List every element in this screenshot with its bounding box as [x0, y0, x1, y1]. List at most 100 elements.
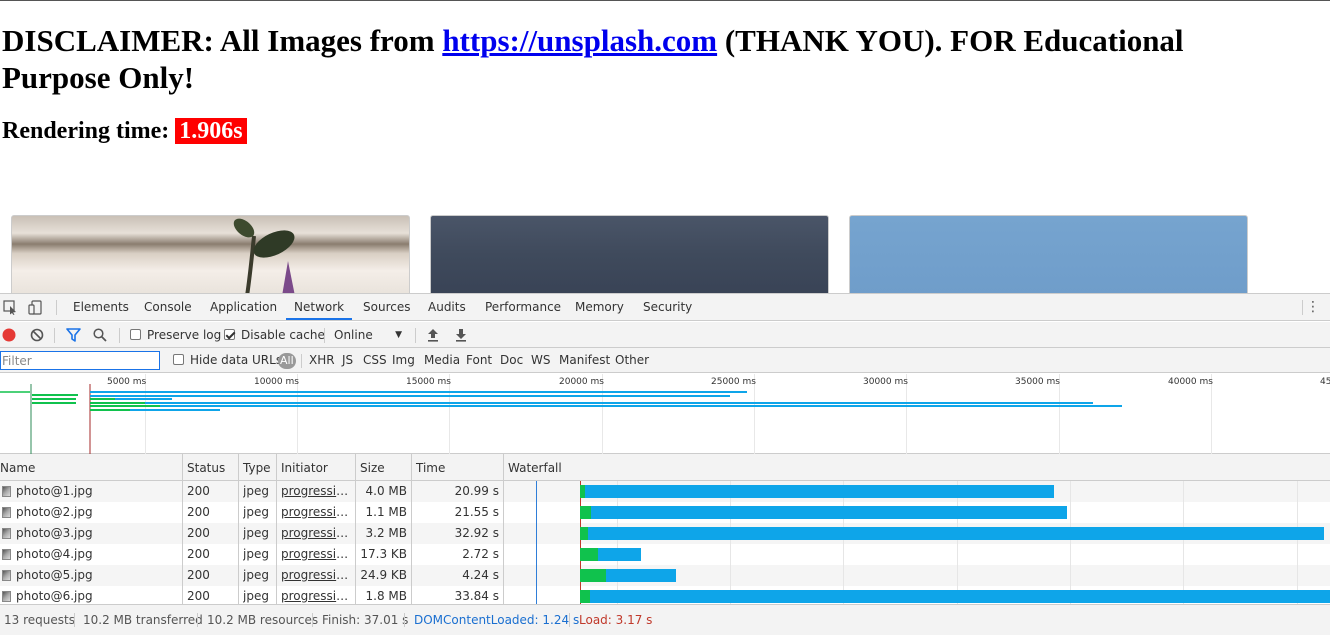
filter-type-ws[interactable]: WS	[531, 348, 550, 373]
filter-type-all[interactable]: All	[278, 353, 296, 369]
waterfall-waiting-bar[interactable]	[580, 485, 585, 498]
tab-network[interactable]: Network	[286, 294, 353, 320]
device-toolbar-icon[interactable]	[28, 300, 43, 315]
summary-domcontentloaded: DOMContentLoaded: 1.24 s	[414, 613, 580, 627]
waterfall-gridline	[1297, 481, 1298, 604]
tab-memory[interactable]: Memory	[575, 294, 624, 320]
column-separator[interactable]	[182, 454, 183, 604]
request-size: 17.3 KB	[360, 547, 407, 561]
request-status: 200	[187, 484, 210, 498]
request-name[interactable]: photo@3.jpg	[0, 523, 183, 544]
search-icon[interactable]	[93, 328, 107, 342]
filter-type-manifest[interactable]: Manifest	[559, 348, 610, 373]
request-initiator-link[interactable]: progressive...	[281, 502, 353, 523]
request-table: Name Status Type Initiator Size Time Wat…	[0, 454, 1330, 604]
network-toolbar: Preserve log Disable cache Online ▼	[0, 322, 1330, 348]
disable-cache-checkbox[interactable]: Disable cache	[224, 322, 325, 348]
rendering-time-label: Rendering time:	[2, 118, 176, 144]
tab-sources[interactable]: Sources	[363, 294, 410, 320]
inspect-element-icon[interactable]	[3, 300, 18, 315]
filter-type-other[interactable]: Other	[615, 348, 649, 373]
column-header-size[interactable]: Size	[356, 454, 385, 481]
filter-bar: Hide data URLs All XHR JS CSS Img Media …	[0, 348, 1330, 373]
tab-strip-separator-right	[1302, 300, 1303, 315]
filter-type-img[interactable]: Img	[392, 348, 415, 373]
column-separator[interactable]	[355, 454, 356, 604]
export-har-icon[interactable]	[455, 328, 467, 342]
hide-data-urls-checkbox[interactable]: Hide data URLs	[173, 348, 282, 373]
request-initiator-link[interactable]: progressive...	[281, 544, 353, 565]
table-row[interactable]: photo@4.jpg 200 jpeg progressive... 17.3 KB 2…	[0, 544, 1330, 565]
filter-type-css[interactable]: CSS	[363, 348, 387, 373]
column-header-waterfall[interactable]: Waterfall	[504, 454, 562, 481]
tab-performance[interactable]: Performance	[485, 294, 561, 320]
tab-audits[interactable]: Audits	[428, 294, 466, 320]
request-initiator-link[interactable]: progressive...	[281, 481, 353, 502]
import-har-icon[interactable]	[427, 328, 439, 342]
request-initiator-link[interactable]: progressive...	[281, 523, 353, 544]
waterfall-waiting-bar[interactable]	[580, 506, 591, 519]
waterfall-download-bar[interactable]	[580, 590, 1330, 603]
table-header: Name Status Type Initiator Size Time Wat…	[0, 454, 1330, 481]
network-overview[interactable]: 5000 ms 10000 ms 15000 ms 20000 ms 25000…	[0, 374, 1330, 454]
column-header-type[interactable]: Type	[239, 454, 271, 481]
request-time: 21.55 s	[454, 505, 499, 519]
hide-data-urls-label: Hide data URLs	[190, 353, 283, 367]
hide-data-urls-box[interactable]	[173, 354, 184, 365]
filter-type-js[interactable]: JS	[342, 348, 353, 373]
tab-security[interactable]: Security	[643, 294, 692, 320]
column-header-initiator[interactable]: Initiator	[277, 454, 328, 481]
request-name[interactable]: photo@2.jpg	[0, 502, 183, 523]
more-menu-icon[interactable]: ⋮	[1306, 300, 1320, 314]
request-name[interactable]: photo@4.jpg	[0, 544, 183, 565]
waterfall-download-bar[interactable]	[580, 527, 1324, 540]
column-header-name[interactable]: Name	[0, 454, 35, 481]
column-separator[interactable]	[503, 454, 504, 604]
column-separator[interactable]	[276, 454, 277, 604]
waterfall-gridline	[730, 481, 731, 604]
tab-console[interactable]: Console	[144, 294, 192, 320]
waterfall-download-bar[interactable]	[580, 485, 1054, 498]
request-name[interactable]: photo@5.jpg	[0, 565, 183, 586]
photo-card-3	[849, 215, 1248, 295]
column-separator[interactable]	[411, 454, 412, 604]
summary-separator	[197, 613, 198, 627]
preserve-log-box[interactable]	[130, 329, 141, 340]
column-header-status[interactable]: Status	[183, 454, 225, 481]
waterfall-download-bar[interactable]	[580, 506, 1067, 519]
waterfall-gridline	[617, 481, 618, 604]
filter-type-media[interactable]: Media	[424, 348, 460, 373]
tab-elements[interactable]: Elements	[73, 294, 129, 320]
request-time: 4.24 s	[462, 568, 499, 582]
column-header-time[interactable]: Time	[412, 454, 445, 481]
request-initiator-link[interactable]: progressive...	[281, 565, 353, 586]
waterfall-waiting-bar[interactable]	[580, 590, 590, 603]
preserve-log-checkbox[interactable]: Preserve log	[130, 322, 221, 348]
tab-application[interactable]: Application	[210, 294, 277, 320]
column-separator[interactable]	[238, 454, 239, 604]
rendering-time-value: 1.906s	[175, 118, 247, 144]
record-icon[interactable]	[2, 328, 16, 342]
disable-cache-label: Disable cache	[241, 328, 325, 342]
clear-icon[interactable]	[30, 328, 44, 342]
filter-type-xhr[interactable]: XHR	[309, 348, 335, 373]
request-status: 200	[187, 526, 210, 540]
waterfall-waiting-bar[interactable]	[580, 569, 606, 582]
chevron-down-icon: ▼	[395, 330, 402, 340]
filter-icon[interactable]	[66, 328, 81, 342]
toolbar-separator	[324, 328, 325, 343]
waterfall-waiting-bar[interactable]	[580, 527, 588, 540]
rendering-time: Rendering time: 1.906s	[2, 116, 247, 146]
filter-type-font[interactable]: Font	[466, 348, 492, 373]
summary-separator	[74, 613, 75, 627]
disable-cache-box[interactable]	[224, 329, 235, 340]
filter-type-doc[interactable]: Doc	[500, 348, 523, 373]
request-name[interactable]: photo@1.jpg	[0, 481, 183, 502]
page-heading: DISCLAIMER: All Images from https://unsp…	[2, 22, 1282, 96]
summary-requests: 13 requests	[4, 613, 75, 627]
waterfall-waiting-bar[interactable]	[580, 548, 598, 561]
filter-input[interactable]	[0, 351, 160, 370]
photo-card-2	[430, 215, 829, 295]
unsplash-link[interactable]: https://unsplash.com	[442, 23, 717, 58]
throttling-select[interactable]: Online ▼	[334, 322, 406, 348]
